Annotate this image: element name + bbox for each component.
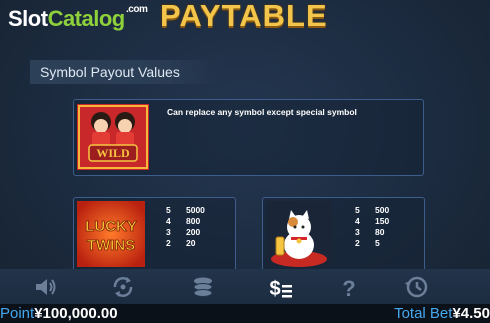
page-title: PAYTABLE	[160, 0, 328, 33]
payout-row: 5 500	[355, 205, 390, 215]
svg-text:?: ?	[342, 276, 355, 301]
svg-text:$: $	[269, 278, 280, 300]
paytable-screen: SlotCatalog .com PAYTABLE Symbol Payout …	[0, 0, 490, 323]
lucky-twins-payout-table: 5 5000 4 800 3 200 2 20	[166, 205, 205, 249]
payout-row: 3 200	[166, 227, 201, 237]
point-display: Point¥100,000.00	[0, 304, 118, 323]
sound-icon[interactable]	[31, 273, 59, 301]
payout-row: 5 5000	[166, 205, 205, 215]
history-icon[interactable]	[402, 273, 430, 301]
point-value: ¥100,000.00	[34, 305, 118, 322]
total-bet-display: Total Bet¥4.50	[394, 304, 490, 323]
lucky-cat-payout-table: 5 500 4 150 3 80 25	[355, 205, 389, 249]
lucky-cat-symbol-card: 5 500 4 150 3 80 25	[262, 197, 425, 272]
wild-symbol-image: WILD	[77, 104, 149, 170]
autoplay-icon[interactable]	[109, 273, 137, 301]
chips-icon[interactable]	[189, 273, 217, 301]
lucky-twins-symbol-image: LUCKY TWINS	[77, 201, 145, 267]
payout-row: 2 20	[166, 238, 196, 248]
status-bar: Point¥100,000.00 Total Bet¥4.50	[0, 304, 490, 323]
slotcatalog-logo: SlotCatalog .com	[8, 4, 148, 31]
lucky-cat-symbol-image	[266, 201, 332, 267]
wild-symbol-card: WILD Can replace any symbol except speci…	[73, 99, 424, 176]
svg-text:TWINS: TWINS	[87, 237, 135, 254]
section-label: Symbol Payout Values	[30, 60, 220, 84]
help-icon[interactable]: ?	[335, 273, 363, 301]
wild-description: Can replace any symbol except special sy…	[167, 107, 357, 117]
total-bet-value: ¥4.50	[452, 305, 490, 322]
payout-row: 3 80	[355, 227, 385, 237]
bottom-toolbar: $ ?	[0, 269, 490, 304]
svg-text:LUCKY: LUCKY	[85, 218, 137, 235]
paytable-icon[interactable]: $	[266, 273, 294, 301]
payout-row: 4 150	[355, 216, 390, 226]
point-label: Point	[0, 305, 35, 322]
total-bet-label: Total Bet	[394, 305, 453, 322]
lucky-twins-symbol-card: LUCKY TWINS 5 5000 4 800 3 200 2 20	[73, 197, 236, 272]
payout-row: 4 800	[166, 216, 201, 226]
payout-row: 25	[355, 238, 380, 248]
svg-text:WILD: WILD	[96, 146, 130, 160]
